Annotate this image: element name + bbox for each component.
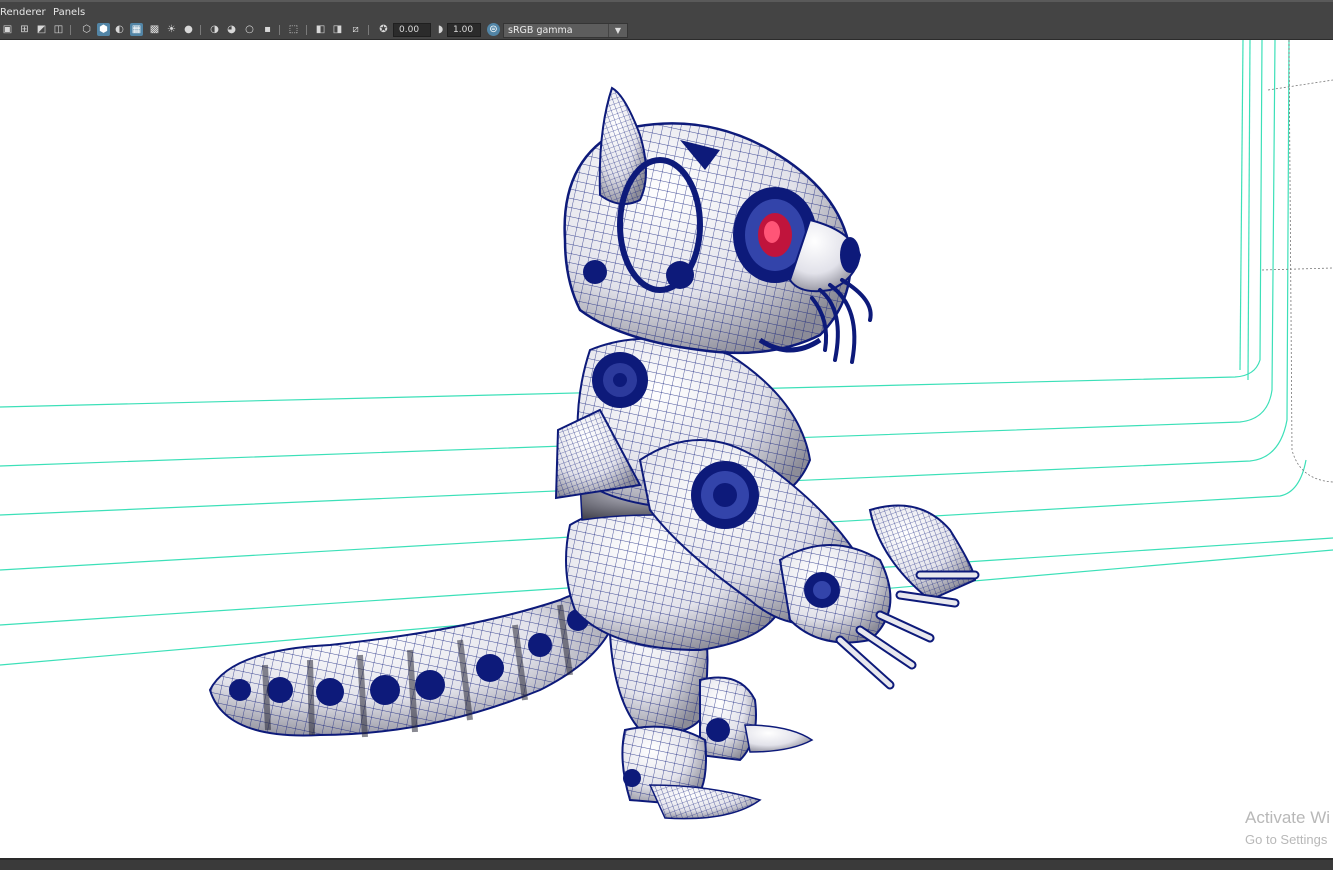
bookmark-icon[interactable]: ◩ bbox=[35, 23, 48, 36]
default-material-icon[interactable]: ◐ bbox=[113, 23, 126, 36]
exposure-icon[interactable]: ✪ bbox=[377, 23, 390, 36]
color-space-dropdown[interactable]: sRGB gamma ▼ bbox=[503, 23, 628, 38]
motion-blur-icon[interactable]: ◕ bbox=[225, 23, 238, 36]
activate-watermark-subtitle: Go to Settings bbox=[1245, 832, 1328, 847]
depth-of-field-icon[interactable]: ▪ bbox=[261, 23, 274, 36]
viewport-3d[interactable]: Activate Wi Go to Settings bbox=[0, 40, 1333, 858]
color-management-icon[interactable]: ⊜ bbox=[487, 23, 500, 36]
toolbar-separator bbox=[200, 25, 201, 35]
toolbar-separator bbox=[279, 25, 280, 35]
smooth-shade-icon[interactable]: ⬢ bbox=[97, 23, 110, 36]
menu-bar: Renderer Panels bbox=[0, 0, 1333, 21]
tail bbox=[208, 592, 617, 738]
anti-aliasing-icon[interactable]: ○ bbox=[243, 23, 256, 36]
shadows-icon[interactable]: ● bbox=[182, 23, 195, 36]
menu-panels[interactable]: Panels bbox=[53, 7, 85, 19]
head bbox=[563, 86, 873, 364]
wireframe-on-shaded-icon[interactable]: ▦ bbox=[130, 23, 143, 36]
gamma-field[interactable]: 1.00 bbox=[447, 23, 481, 37]
toolbar-separator bbox=[70, 25, 71, 35]
activate-watermark-title: Activate Wi bbox=[1245, 808, 1331, 827]
exposure-field[interactable]: 0.00 bbox=[393, 23, 431, 37]
xray-active-components-icon[interactable]: ◨ bbox=[331, 23, 344, 36]
wireframe-icon[interactable]: ⬡ bbox=[80, 23, 93, 36]
lemur-character-model[interactable] bbox=[208, 86, 980, 820]
color-space-value: sRGB gamma bbox=[508, 25, 573, 36]
toolbar-separator bbox=[368, 25, 369, 35]
toolbar-separator bbox=[306, 25, 307, 35]
menu-renderer[interactable]: Renderer bbox=[0, 7, 46, 19]
xray-joints-icon[interactable]: ⧄ bbox=[349, 23, 362, 36]
use-all-lights-icon[interactable]: ☀ bbox=[165, 23, 178, 36]
screen-space-ao-icon[interactable]: ◑ bbox=[208, 23, 221, 36]
viewport-scene bbox=[0, 40, 1333, 820]
image-plane-icon[interactable]: ◫ bbox=[52, 23, 65, 36]
textured-icon[interactable]: ▩ bbox=[148, 23, 161, 36]
bottom-bar bbox=[0, 858, 1333, 870]
isolate-select-icon[interactable]: ⬚ bbox=[287, 23, 300, 36]
chevron-down-icon[interactable]: ▼ bbox=[608, 24, 627, 37]
gamma-icon[interactable]: ◗ bbox=[434, 23, 447, 36]
select-camera-icon[interactable]: ▣ bbox=[1, 23, 14, 36]
camera-attributes-icon[interactable]: ⊞ bbox=[18, 23, 31, 36]
xray-icon[interactable]: ◧ bbox=[314, 23, 327, 36]
panel-toolbar: ▣ ⊞ ◩ ◫ ⬡ ⬢ ◐ ▦ ▩ ☀ ● ◑ ◕ ○ ▪ ⬚ ◧ ◨ ⧄ ✪ … bbox=[0, 21, 1333, 40]
